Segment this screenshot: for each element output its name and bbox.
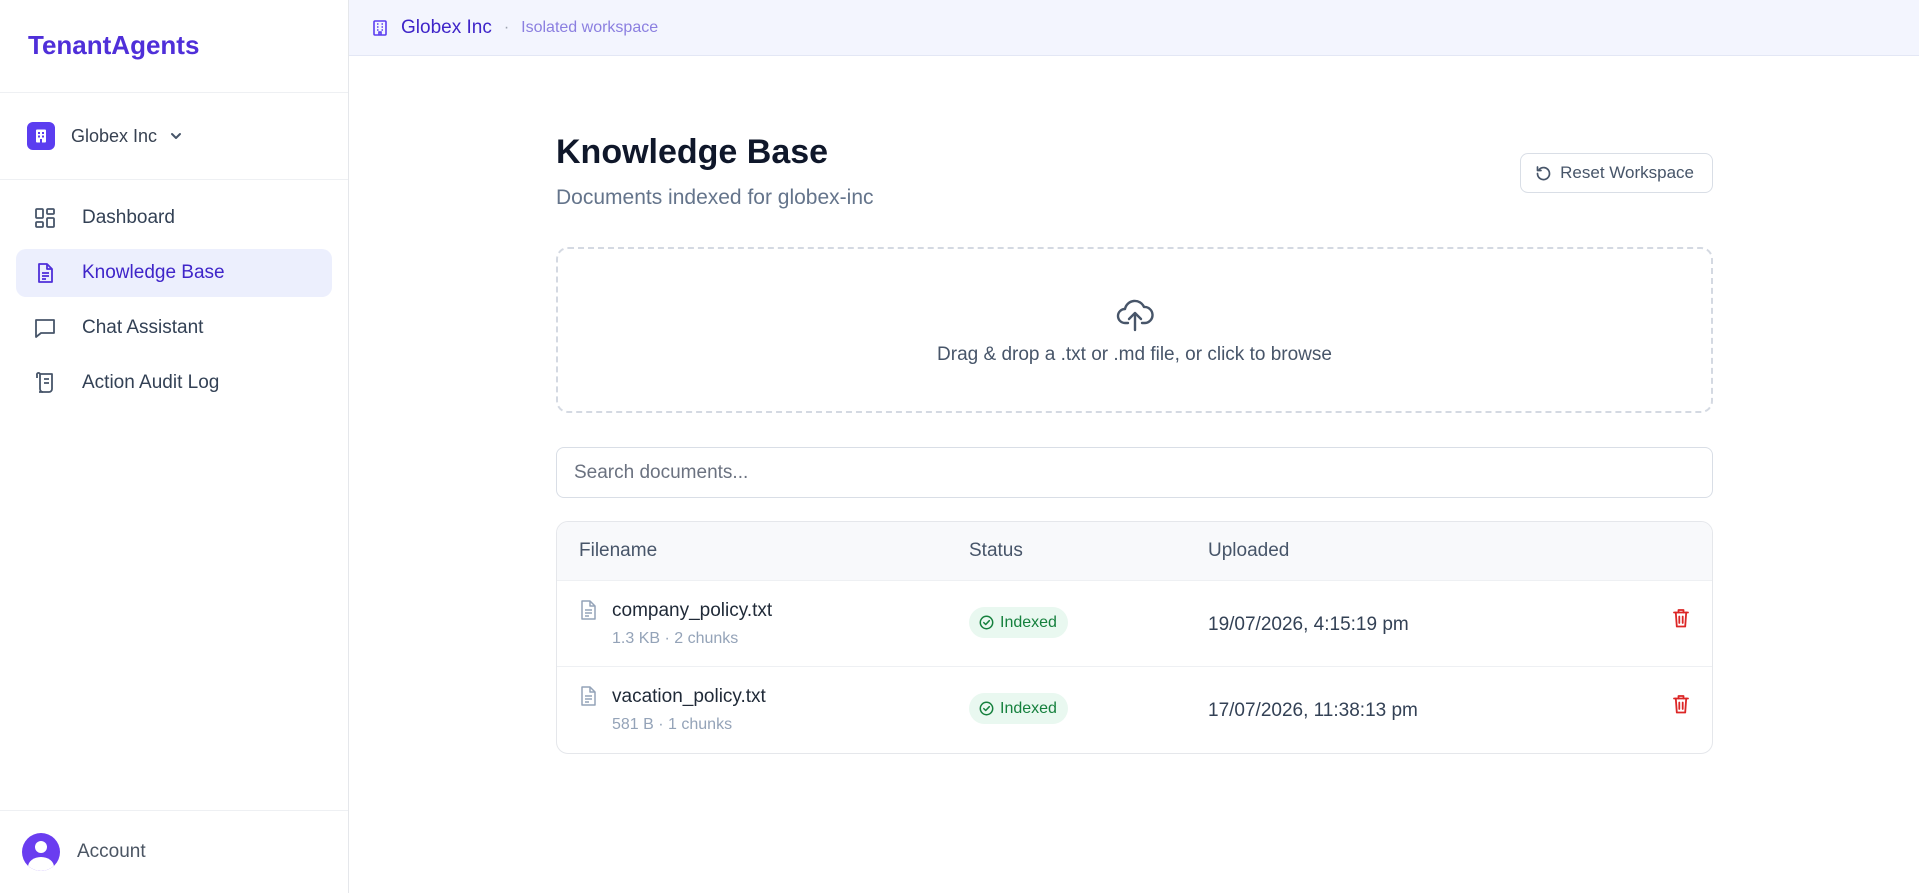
- column-header-uploaded: Uploaded: [1208, 540, 1290, 561]
- column-header-status: Status: [969, 540, 1023, 561]
- sidebar-item-dashboard[interactable]: Dashboard: [16, 194, 332, 242]
- workspace-subtitle: Isolated workspace: [521, 18, 659, 36]
- column-header-filename: Filename: [579, 540, 658, 561]
- status-badge: Indexed: [969, 607, 1068, 638]
- trash-icon[interactable]: [1672, 694, 1690, 714]
- documents-table: Filename Status Uploaded company_policy.…: [556, 521, 1713, 754]
- dashboard-icon: [32, 205, 58, 231]
- reset-icon: [1535, 165, 1552, 182]
- scroll-icon: [32, 370, 58, 396]
- building-icon: [371, 19, 389, 37]
- table-header: Filename Status Uploaded: [557, 522, 1712, 581]
- tenant-name: Globex Inc: [71, 125, 158, 146]
- chat-icon: [32, 315, 58, 341]
- sidebar-item-action-audit-log[interactable]: Action Audit Log: [16, 359, 332, 407]
- uploaded-date: 17/07/2026, 11:38:13 pm: [1208, 700, 1418, 721]
- account-label: Account: [77, 841, 146, 862]
- sidebar-item-label: Dashboard: [82, 207, 175, 228]
- building-icon: [27, 122, 55, 150]
- check-circle-icon: [979, 615, 994, 630]
- sidebar-item-knowledge-base[interactable]: Knowledge Base: [16, 249, 332, 297]
- file-name: vacation_policy.txt: [612, 686, 766, 707]
- status-label: Indexed: [1000, 699, 1057, 717]
- account-button[interactable]: Account: [0, 810, 348, 893]
- sidebar-item-chat-assistant[interactable]: Chat Assistant: [16, 304, 332, 352]
- workspace-name: Globex Inc: [401, 16, 492, 38]
- sidebar-item-label: Action Audit Log: [82, 372, 220, 393]
- table-row: company_policy.txt 1.3 KB · 2 chunks Ind…: [557, 581, 1712, 667]
- document-icon: [32, 260, 58, 286]
- sidebar: TenantAgents Globex Inc Dashboard Knowle…: [0, 0, 349, 893]
- avatar: [22, 833, 60, 871]
- status-badge: Indexed: [969, 693, 1068, 724]
- chevron-down-icon: [169, 129, 183, 143]
- upload-cloud-icon: [1116, 298, 1154, 332]
- brand-logo[interactable]: TenantAgents: [0, 0, 348, 93]
- reset-workspace-button[interactable]: Reset Workspace: [1520, 153, 1713, 193]
- uploaded-date: 19/07/2026, 4:15:19 pm: [1208, 614, 1409, 635]
- file-dropzone[interactable]: Drag & drop a .txt or .md file, or click…: [556, 247, 1713, 413]
- trash-icon[interactable]: [1672, 608, 1690, 628]
- file-meta: 1.3 KB · 2 chunks: [612, 630, 739, 647]
- file-name: company_policy.txt: [612, 600, 773, 621]
- sidebar-nav: Dashboard Knowledge Base Chat Assistant: [0, 180, 348, 407]
- reset-workspace-label: Reset Workspace: [1560, 163, 1694, 182]
- file-meta: 581 B · 1 chunks: [612, 716, 733, 733]
- separator: ·: [503, 18, 510, 36]
- file-icon: [579, 686, 597, 706]
- search-input[interactable]: [556, 447, 1713, 498]
- page-subtitle: Documents indexed for globex-inc: [556, 186, 874, 209]
- dropzone-text: Drag & drop a .txt or .md file, or click…: [937, 344, 1332, 365]
- check-circle-icon: [979, 701, 994, 716]
- sidebar-item-label: Knowledge Base: [82, 262, 225, 283]
- tenant-selector[interactable]: Globex Inc: [0, 93, 348, 180]
- file-icon: [579, 600, 597, 620]
- status-label: Indexed: [1000, 613, 1057, 631]
- workspace-header: Globex Inc · Isolated workspace: [349, 0, 1919, 56]
- table-row: vacation_policy.txt 581 B · 1 chunks Ind…: [557, 667, 1712, 753]
- page-title: Knowledge Base: [556, 133, 829, 171]
- sidebar-item-label: Chat Assistant: [82, 317, 204, 338]
